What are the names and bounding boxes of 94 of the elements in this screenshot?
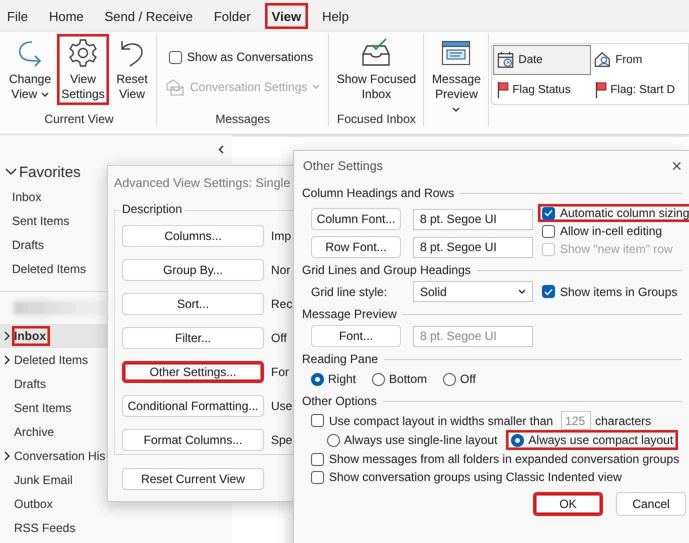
setting-description: Nor	[271, 263, 290, 277]
setting-description: Use	[271, 399, 292, 413]
arrange-option[interactable]: Flag: Start D	[591, 75, 687, 105]
field-suffix: characters	[595, 414, 652, 428]
menu-tab[interactable]: Send / Receive	[98, 3, 200, 29]
font-field[interactable]: 8 pt. Segoe UI	[413, 236, 533, 258]
settings-icon	[67, 37, 99, 69]
person-icon	[594, 51, 612, 69]
close-button[interactable]: ×	[667, 156, 686, 176]
folder-item[interactable]: Outbox	[12, 494, 57, 514]
dialog-button[interactable]: Sort...	[122, 293, 264, 315]
section-title: Message Preview	[302, 307, 397, 321]
setting-description: Imp	[271, 229, 292, 243]
radio-button[interactable]: Always use compact layout	[506, 430, 678, 450]
dialog-button[interactable]: Group By...	[122, 259, 264, 281]
group-label: Focused Inbox	[337, 112, 416, 126]
folder-item[interactable]: Conversation His	[12, 446, 110, 466]
dialog-button[interactable]: Other Settings...	[122, 361, 264, 383]
flag-icon	[594, 81, 608, 99]
folder-item[interactable]: RSS Feeds	[12, 518, 80, 538]
font-field[interactable]: 8 pt. Segoe UI	[413, 208, 533, 230]
folder-item[interactable]: Inbox	[12, 326, 50, 346]
menu-tab[interactable]: Folder	[206, 3, 258, 29]
section-title: Column Headings and Rows	[302, 186, 454, 200]
dialog-title: Advanced View Settings: Single	[113, 175, 292, 192]
folder-item[interactable]: Drafts	[12, 374, 50, 394]
dropdown[interactable]: Solid	[413, 281, 533, 302]
radio-button[interactable]: Bottom	[367, 369, 432, 389]
checkbox[interactable]: Automatic column sizing	[538, 204, 689, 222]
checkbox[interactable]: Show conversation groups using Classic Indented view	[307, 468, 689, 486]
folder-item[interactable]: Junk Email	[12, 470, 77, 490]
dialog-button[interactable]: Columns...	[122, 225, 264, 247]
flag-icon	[496, 81, 510, 99]
folder-item[interactable]: Deleted Items	[12, 350, 92, 370]
ribbon-button[interactable]: View Settings	[57, 34, 109, 105]
menu-tab[interactable]: File	[0, 3, 35, 29]
checkbox[interactable]: Show messages from all folders in expanded conversation groups	[307, 450, 689, 468]
chevron-right-icon[interactable]	[3, 355, 11, 365]
folder-item[interactable]: Sent Items	[0, 209, 104, 233]
dialog-button[interactable]: Format Columns...	[122, 429, 264, 451]
ribbon-button[interactable]: Change View	[4, 34, 56, 105]
chevron-down-icon[interactable]	[5, 168, 17, 176]
reset-button[interactable]: Reset Current View	[122, 468, 264, 490]
radio-button[interactable]: Right	[306, 369, 362, 389]
ribbon-button[interactable]: Message Preview	[426, 34, 486, 120]
chevron-right-icon[interactable]	[3, 451, 11, 461]
radio-button[interactable]: Always use single-line layout	[322, 430, 502, 450]
radio-button[interactable]: Off	[438, 369, 481, 389]
group-label: Messages	[215, 112, 270, 126]
folder-item[interactable]: Sent Items	[12, 398, 76, 418]
section-header[interactable]: Favorites	[19, 164, 81, 180]
setting-description: Spe	[271, 433, 292, 447]
dialog-button[interactable]: Filter...	[122, 327, 264, 349]
caret-icon	[312, 84, 320, 90]
folder-item[interactable]: Inbox	[0, 185, 104, 209]
folder-item[interactable]: Deleted Items	[0, 257, 104, 281]
check-icon	[544, 288, 553, 296]
caret-icon	[452, 107, 460, 113]
ribbon-button[interactable]: Reset View	[110, 34, 154, 105]
arrange-option[interactable]: Date	[493, 45, 592, 75]
folder-item[interactable]: Drafts	[0, 233, 104, 257]
dialog-button[interactable]: Conditional Formatting...	[122, 395, 264, 417]
dialog-button[interactable]: Cancel	[616, 492, 686, 516]
envelope-icon	[165, 78, 185, 96]
menu-tab[interactable]: Home	[42, 3, 91, 29]
checkbox[interactable]: Allow in-cell editing	[538, 222, 689, 240]
section-title: Other Options	[302, 394, 377, 408]
calendar-icon	[497, 51, 516, 69]
dialog-button[interactable]: OK	[533, 492, 603, 516]
checkbox[interactable]: Show items in Groups	[538, 282, 682, 300]
font-button[interactable]: Column Font...	[311, 208, 401, 230]
checkbox[interactable]: Use compact layout in widths smaller than	[307, 412, 558, 430]
setting-description: For	[271, 365, 289, 379]
folder-item[interactable]: Archive	[12, 422, 58, 442]
setting-description: Rec	[271, 297, 292, 311]
caret-icon	[40, 92, 49, 98]
field-label: Grid line style:	[311, 284, 388, 298]
check-icon	[544, 209, 553, 217]
section-title: Reading Pane	[302, 352, 378, 366]
ribbon-button[interactable]: Show Focused Inbox	[331, 34, 422, 105]
dialog-title: Other Settings	[303, 159, 383, 173]
group-label: Description	[120, 202, 184, 216]
section-title: Grid Lines and Group Headings	[302, 263, 471, 277]
group-label: Current View	[44, 112, 114, 126]
arrange-option[interactable]: Flag Status	[493, 75, 592, 105]
collapse-icon[interactable]	[218, 145, 224, 154]
menu-tab[interactable]: Help	[315, 3, 356, 29]
menu-tab[interactable]: View	[264, 3, 308, 29]
setting-description: Off	[271, 331, 287, 345]
chevron-right-icon[interactable]	[3, 331, 11, 341]
checkbox[interactable]: Show as Conversations	[165, 48, 320, 66]
caret-icon	[518, 288, 526, 294]
font-button[interactable]: Row Font...	[311, 236, 401, 258]
arrange-option[interactable]: From	[591, 45, 687, 75]
